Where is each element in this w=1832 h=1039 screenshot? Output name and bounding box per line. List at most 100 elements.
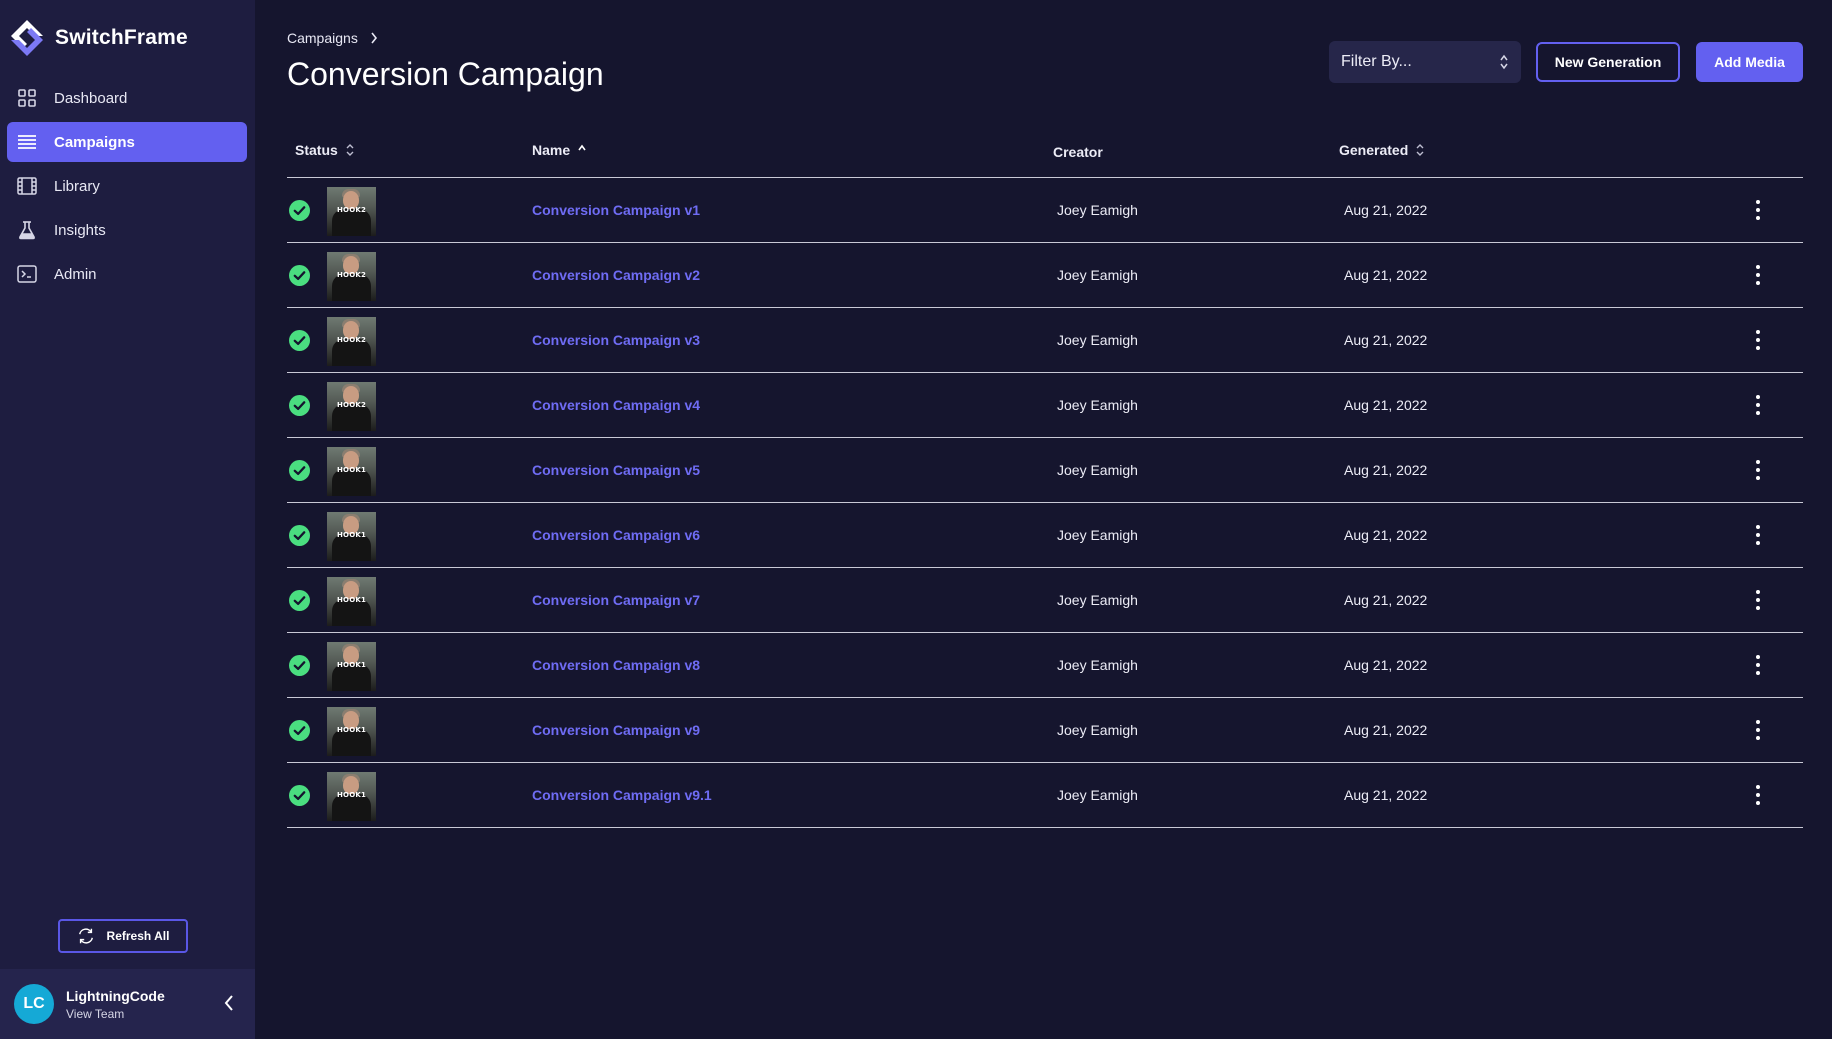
more-options-icon[interactable] <box>1751 588 1765 612</box>
refresh-all-label: Refresh All <box>106 929 170 943</box>
terminal-icon <box>16 263 38 285</box>
chevron-right-icon <box>371 32 377 44</box>
more-options-icon[interactable] <box>1751 653 1765 677</box>
campaign-name-link[interactable]: Conversion Campaign v4 <box>532 397 700 413</box>
filter-select[interactable]: Filter By... <box>1329 41 1521 83</box>
check-circle-icon <box>289 785 310 811</box>
more-options-icon[interactable] <box>1751 523 1765 547</box>
sort-icon <box>346 144 354 156</box>
refresh-all-button[interactable]: Refresh All <box>58 919 188 953</box>
table-row[interactable]: HOOK2 Conversion Campaign v3 Joey Eamigh… <box>287 308 1803 373</box>
more-options-icon[interactable] <box>1751 718 1765 742</box>
generated-date-cell: Aug 21, 2022 <box>1344 397 1428 413</box>
sidebar-item-label: Admin <box>54 265 97 283</box>
media-thumbnail[interactable]: HOOK1 <box>327 772 376 821</box>
thumbnail-label: HOOK2 <box>337 271 367 279</box>
campaign-name-link[interactable]: Conversion Campaign v7 <box>532 592 700 608</box>
column-creator-label: Creator <box>1053 144 1103 160</box>
table-row[interactable]: HOOK2 Conversion Campaign v2 Joey Eamigh… <box>287 243 1803 308</box>
media-thumbnail[interactable]: HOOK1 <box>327 512 376 561</box>
campaign-name-link[interactable]: Conversion Campaign v2 <box>532 267 700 283</box>
filter-placeholder: Filter By... <box>1341 53 1412 70</box>
sidebar-item-library[interactable]: Library <box>7 166 247 206</box>
media-thumbnail[interactable]: HOOK1 <box>327 707 376 756</box>
media-thumbnail[interactable]: HOOK1 <box>327 447 376 496</box>
creator-cell: Joey Eamigh <box>1057 657 1138 673</box>
campaign-name-link[interactable]: Conversion Campaign v9 <box>532 722 700 738</box>
table-row[interactable]: HOOK1 Conversion Campaign v7 Joey Eamigh… <box>287 568 1803 633</box>
user-profile[interactable]: LC LightningCode View Team <box>0 969 255 1039</box>
column-name-label: Name <box>532 142 571 158</box>
chevron-up-down-icon <box>1500 54 1508 70</box>
column-status[interactable]: Status <box>295 142 354 158</box>
view-team-link[interactable]: View Team <box>66 1007 165 1021</box>
check-circle-icon <box>289 720 310 746</box>
check-circle-icon <box>289 330 310 356</box>
creator-cell: Joey Eamigh <box>1057 332 1138 348</box>
generated-date-cell: Aug 21, 2022 <box>1344 202 1428 218</box>
brand-name: SwitchFrame <box>55 26 188 49</box>
more-options-icon[interactable] <box>1751 328 1765 352</box>
sidebar-item-dashboard[interactable]: Dashboard <box>7 78 247 118</box>
media-thumbnail[interactable]: HOOK2 <box>327 382 376 431</box>
table-row[interactable]: HOOK1 Conversion Campaign v5 Joey Eamigh… <box>287 438 1803 503</box>
thumbnail-label: HOOK2 <box>337 206 367 214</box>
media-thumbnail[interactable]: HOOK2 <box>327 317 376 366</box>
table-row[interactable]: HOOK2 Conversion Campaign v1 Joey Eamigh… <box>287 178 1803 243</box>
media-thumbnail[interactable]: HOOK2 <box>327 187 376 236</box>
creator-cell: Joey Eamigh <box>1057 592 1138 608</box>
sidebar-item-insights[interactable]: Insights <box>7 210 247 250</box>
generated-date-cell: Aug 21, 2022 <box>1344 267 1428 283</box>
campaign-name-link[interactable]: Conversion Campaign v8 <box>532 657 700 673</box>
table-row[interactable]: HOOK1 Conversion Campaign v9 Joey Eamigh… <box>287 698 1803 763</box>
column-generated-label: Generated <box>1339 142 1409 158</box>
sidebar-item-label: Campaigns <box>54 133 135 151</box>
more-options-icon[interactable] <box>1751 783 1765 807</box>
sidebar-item-admin[interactable]: Admin <box>7 254 247 294</box>
check-circle-icon <box>289 525 310 551</box>
campaign-name-link[interactable]: Conversion Campaign v6 <box>532 527 700 543</box>
thumbnail-label: HOOK2 <box>337 401 367 409</box>
breadcrumb: Campaigns <box>287 30 378 46</box>
check-circle-icon <box>289 265 310 291</box>
sidebar-item-label: Dashboard <box>54 89 128 107</box>
generated-date-cell: Aug 21, 2022 <box>1344 462 1428 478</box>
table-header: Status Name Creator Generated <box>287 130 1803 178</box>
add-media-button[interactable]: Add Media <box>1696 42 1803 82</box>
column-creator: Creator <box>1053 144 1103 160</box>
new-generation-button[interactable]: New Generation <box>1536 42 1680 82</box>
campaign-name-link[interactable]: Conversion Campaign v9.1 <box>532 787 712 803</box>
generated-date-cell: Aug 21, 2022 <box>1344 787 1428 803</box>
generated-date-cell: Aug 21, 2022 <box>1344 592 1428 608</box>
campaign-name-link[interactable]: Conversion Campaign v5 <box>532 462 700 478</box>
creator-cell: Joey Eamigh <box>1057 462 1138 478</box>
collapse-sidebar-button[interactable] <box>223 993 235 1018</box>
generated-date-cell: Aug 21, 2022 <box>1344 722 1428 738</box>
creator-cell: Joey Eamigh <box>1057 722 1138 738</box>
media-thumbnail[interactable]: HOOK1 <box>327 642 376 691</box>
column-generated[interactable]: Generated <box>1339 142 1424 158</box>
check-circle-icon <box>289 200 310 226</box>
campaign-name-link[interactable]: Conversion Campaign v3 <box>532 332 700 348</box>
media-thumbnail[interactable]: HOOK1 <box>327 577 376 626</box>
brand[interactable]: SwitchFrame <box>9 18 188 58</box>
thumbnail-label: HOOK1 <box>337 466 367 474</box>
breadcrumb-campaigns[interactable]: Campaigns <box>287 30 358 46</box>
table-row[interactable]: HOOK2 Conversion Campaign v4 Joey Eamigh… <box>287 373 1803 438</box>
more-options-icon[interactable] <box>1751 198 1765 222</box>
check-circle-icon <box>289 655 310 681</box>
column-status-label: Status <box>295 142 338 158</box>
sidebar-item-campaigns[interactable]: Campaigns <box>7 122 247 162</box>
table-row[interactable]: HOOK1 Conversion Campaign v8 Joey Eamigh… <box>287 633 1803 698</box>
more-options-icon[interactable] <box>1751 263 1765 287</box>
media-thumbnail[interactable]: HOOK2 <box>327 252 376 301</box>
table-body: HOOK2 Conversion Campaign v1 Joey Eamigh… <box>287 178 1803 828</box>
table-row[interactable]: HOOK1 Conversion Campaign v9.1 Joey Eami… <box>287 763 1803 828</box>
sidebar-item-label: Insights <box>54 221 106 239</box>
campaign-name-link[interactable]: Conversion Campaign v1 <box>532 202 700 218</box>
table-row[interactable]: HOOK1 Conversion Campaign v6 Joey Eamigh… <box>287 503 1803 568</box>
more-options-icon[interactable] <box>1751 393 1765 417</box>
user-info: LightningCode View Team <box>66 988 165 1021</box>
column-name[interactable]: Name <box>532 142 586 158</box>
more-options-icon[interactable] <box>1751 458 1765 482</box>
